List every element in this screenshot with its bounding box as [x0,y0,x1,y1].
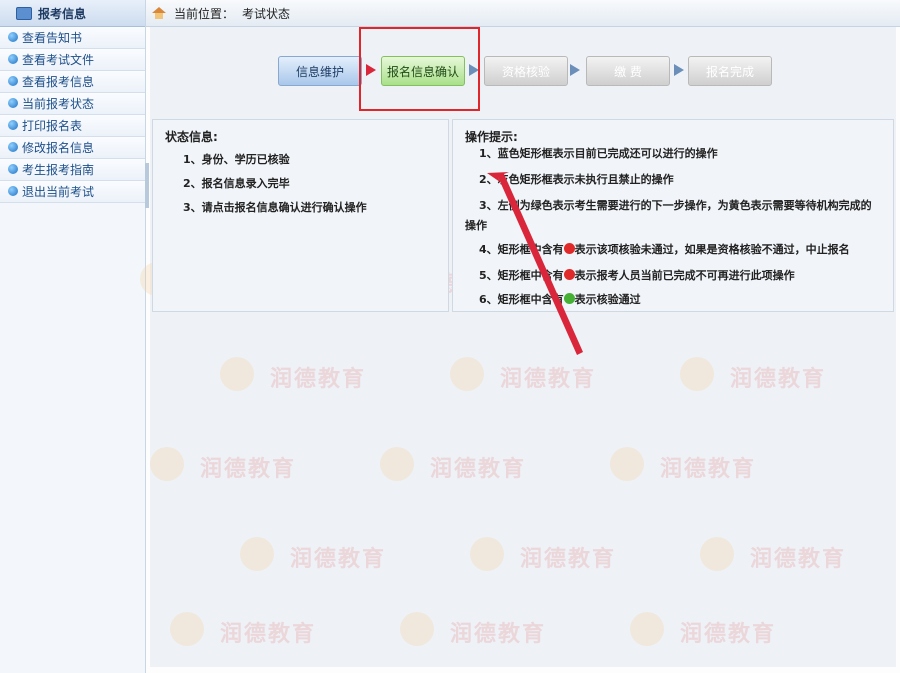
breadcrumb-label: 当前位置： [174,6,235,21]
sidebar-item-label: 退出当前考试 [22,185,95,199]
bullet-icon [8,32,18,42]
bullet-icon [8,120,18,130]
sidebar-item-view-notice[interactable]: 查看告知书 [0,27,145,49]
main-content: 润德教育 润德教育 润德教育 润德教育 润德教育 润德教育 润德教育 润德教育 … [140,27,896,667]
monitor-icon [16,6,32,20]
breadcrumb-current: 考试状态 [242,6,291,21]
sidebar-item-print-form[interactable]: 打印报名表 [0,115,145,137]
sidebar-resize-handle[interactable] [145,163,149,208]
sidebar-item-label: 打印报名表 [22,119,83,133]
sidebar-item-label: 查看考试文件 [22,53,95,67]
sidebar-header[interactable]: 报考信息 [0,0,145,27]
sidebar-item-view-exam-files[interactable]: 查看考试文件 [0,49,145,71]
bullet-icon [8,186,18,196]
home-icon [152,7,166,19]
sidebar-item-label: 查看报考信息 [22,75,95,89]
sidebar-item-label: 修改报名信息 [22,141,95,155]
bullet-icon [8,164,18,174]
sidebar-item-current-status[interactable]: 当前报考状态 [0,93,145,115]
sidebar-title: 报考信息 [38,6,87,21]
sidebar-item-edit-info[interactable]: 修改报名信息 [0,137,145,159]
sidebar-item-view-registration[interactable]: 查看报考信息 [0,71,145,93]
sidebar-item-label: 查看告知书 [22,31,83,45]
sidebar: 报考信息 查看告知书 查看考试文件 查看报考信息 当前报考状态 打印报名表 修改… [0,0,146,673]
bullet-icon [8,142,18,152]
annotation-arrow [487,172,583,355]
bullet-icon [8,98,18,108]
sidebar-item-label: 当前报考状态 [22,97,95,111]
bullet-icon [8,76,18,86]
breadcrumb: 当前位置： 考试状态 [146,0,900,27]
annotation-arrow-shape [487,172,583,355]
sidebar-item-label: 考生报考指南 [22,163,95,177]
sidebar-item-exit-exam[interactable]: 退出当前考试 [0,181,145,203]
sidebar-item-guide[interactable]: 考生报考指南 [0,159,145,181]
bullet-icon [8,54,18,64]
